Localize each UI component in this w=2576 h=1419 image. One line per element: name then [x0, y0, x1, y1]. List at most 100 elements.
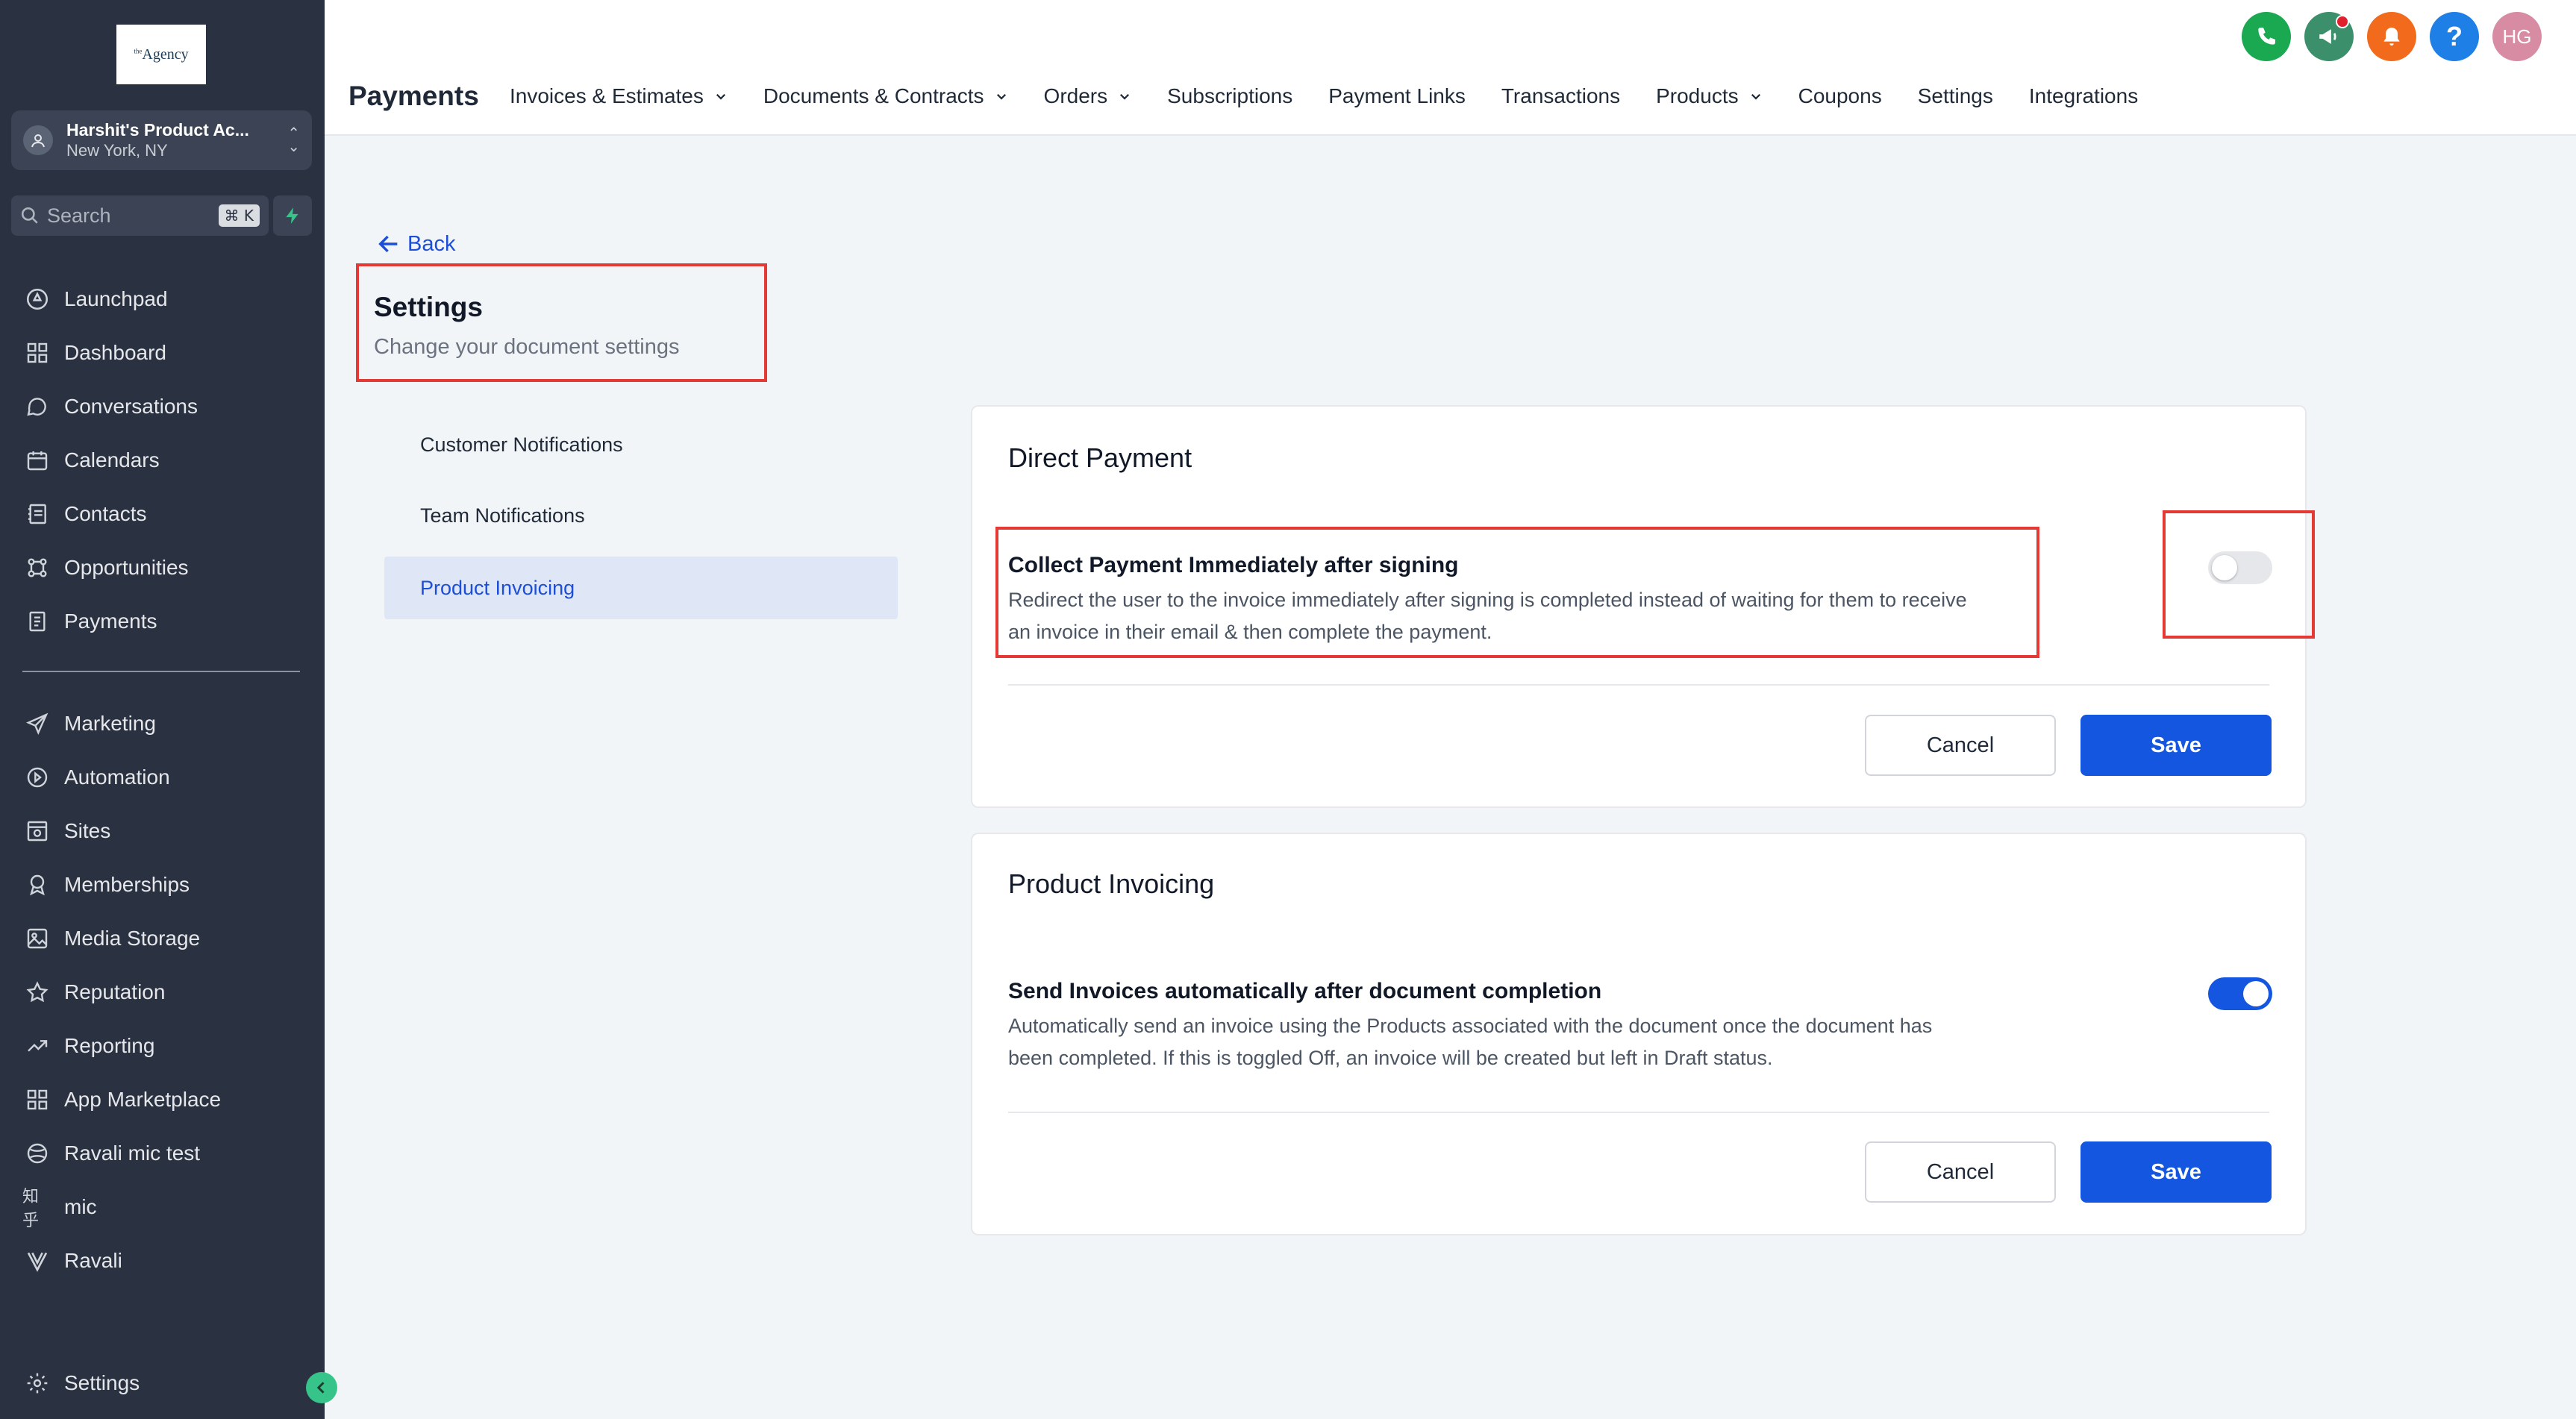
tab-products[interactable]: Products — [1656, 84, 1763, 108]
cancel-button[interactable]: Cancel — [1865, 715, 2056, 776]
user-avatar[interactable]: HG — [2492, 12, 2542, 61]
tab-settings[interactable]: Settings — [1918, 84, 1993, 108]
bell-icon — [2383, 28, 2400, 46]
send-invoices-toggle[interactable] — [2208, 977, 2272, 1010]
option-description-line: Automatically send an invoice using the … — [1008, 1015, 1933, 1037]
cancel-button[interactable]: Cancel — [1865, 1141, 2056, 1203]
sidebar-item-memberships[interactable]: Memberships — [22, 866, 306, 903]
sidebar-item-conversations[interactable]: Conversations — [22, 388, 306, 425]
arrow-left-icon — [378, 235, 398, 253]
membership-badge-icon — [22, 870, 52, 900]
tab-documents-contracts[interactable]: Documents & Contracts — [763, 84, 1008, 108]
sidebar-item-settings[interactable]: Settings — [22, 1365, 306, 1402]
sidebar-item-label: Marketing — [64, 712, 156, 735]
tab-payment-links[interactable]: Payment Links — [1328, 84, 1466, 108]
sidebar-item-media-storage[interactable]: Media Storage — [22, 920, 306, 957]
menu-customer-notifications[interactable]: Customer Notifications — [384, 413, 898, 476]
help-button[interactable]: ? — [2430, 12, 2479, 61]
lightning-bolt-icon — [286, 207, 298, 224]
menu-product-invoicing[interactable]: Product Invoicing — [384, 557, 898, 619]
tab-invoices-estimates[interactable]: Invoices & Estimates — [510, 84, 728, 108]
product-invoicing-card: Product Invoicing Send Invoices automati… — [971, 833, 2307, 1235]
collapse-sidebar-button[interactable] — [306, 1372, 337, 1403]
phone-button[interactable] — [2242, 12, 2291, 61]
sidebar-item-label: Contacts — [64, 502, 147, 525]
sidebar-item-label: Memberships — [64, 873, 190, 896]
card-divider — [1008, 684, 2269, 686]
header-actions: ? HG — [2228, 12, 2542, 61]
sidebar-item-mic[interactable]: 知乎 mic — [22, 1188, 306, 1230]
chat-bubble-icon — [22, 392, 52, 422]
option-title: Send Invoices automatically after docume… — [1008, 979, 1602, 1003]
phone-icon — [2258, 28, 2275, 45]
sidebar-item-label: Ravali mic test — [64, 1141, 201, 1165]
tab-integrations[interactable]: Integrations — [2029, 84, 2138, 108]
app-grid-icon — [22, 1085, 52, 1115]
chevron-down-icon — [1118, 84, 1131, 108]
sidebar-item-ravali[interactable]: Ravali — [22, 1242, 306, 1279]
search-placeholder: Search — [47, 204, 111, 227]
option-description-line: been completed. If this is toggled Off, … — [1008, 1047, 1773, 1069]
tab-label: Payment Links — [1328, 84, 1466, 107]
menu-label: Team Notifications — [420, 504, 585, 527]
sidebar-item-launchpad[interactable]: Launchpad — [22, 281, 306, 318]
star-icon — [22, 977, 52, 1007]
sidebar-item-ravali-mic-test[interactable]: Ravali mic test — [22, 1135, 306, 1172]
sidebar-item-payments[interactable]: Payments — [22, 603, 306, 640]
sidebar-item-sites[interactable]: Sites — [22, 812, 306, 850]
tab-label: Documents & Contracts — [763, 84, 984, 107]
save-button[interactable]: Save — [2081, 715, 2272, 776]
card-title: Product Invoicing — [1008, 868, 1215, 899]
account-switcher[interactable]: Harshit's Product Ac... New York, NY ⌃ ⌄ — [11, 110, 312, 170]
tab-label: Invoices & Estimates — [510, 84, 704, 107]
sidebar-item-marketing[interactable]: Marketing — [22, 705, 306, 742]
megaphone-icon — [2319, 29, 2336, 44]
sidebar-item-label: Opportunities — [64, 556, 189, 579]
option-highlight-box — [995, 527, 2039, 658]
menu-team-notifications[interactable]: Team Notifications — [384, 484, 898, 547]
chevron-down-icon — [995, 84, 1008, 108]
menu-label: Product Invoicing — [420, 576, 575, 599]
chevron-down-icon — [1749, 84, 1763, 108]
tab-label: Integrations — [2028, 84, 2139, 107]
sidebar-item-automation[interactable]: Automation — [22, 759, 306, 796]
page-title: Payments — [348, 81, 479, 111]
question-mark-icon: ? — [2446, 21, 2463, 51]
payments-icon — [22, 607, 52, 636]
save-button[interactable]: Save — [2081, 1141, 2272, 1203]
search-shortcut: ⌘ K — [218, 204, 260, 227]
zhihu-icon: 知乎 — [22, 1188, 40, 1230]
tab-subscriptions[interactable]: Subscriptions — [1167, 84, 1292, 108]
sidebar-item-label: Settings — [64, 1371, 140, 1394]
tab-transactions[interactable]: Transactions — [1501, 84, 1620, 108]
sidebar-item-label: Calendars — [64, 448, 160, 472]
tab-orders[interactable]: Orders — [1044, 84, 1132, 108]
chevron-left-icon — [316, 1382, 325, 1394]
sidebar: theAgency Harshit's Product Ac... New Yo… — [0, 0, 325, 1419]
account-location: New York, NY — [66, 140, 168, 160]
search-input[interactable]: Search ⌘ K — [11, 195, 269, 236]
quick-actions-button[interactable] — [273, 195, 312, 236]
chevron-down-icon — [714, 84, 728, 108]
sidebar-item-reputation[interactable]: Reputation — [22, 974, 306, 1011]
v-logo-icon — [22, 1246, 52, 1276]
toggle-knob — [2243, 981, 2269, 1006]
tab-coupons[interactable]: Coupons — [1798, 84, 1882, 108]
notifications-button[interactable] — [2367, 12, 2416, 61]
top-header: Payments Invoices & Estimates Documents … — [325, 0, 2576, 136]
sidebar-item-dashboard[interactable]: Dashboard — [22, 334, 306, 372]
sidebar-item-calendars[interactable]: Calendars — [22, 442, 306, 479]
account-name: Harshit's Product Ac... — [66, 120, 249, 140]
back-link[interactable]: Back — [376, 231, 455, 257]
announcements-button[interactable] — [2304, 12, 2354, 61]
payments-tabs: Invoices & Estimates Documents & Contrac… — [510, 84, 2174, 108]
sidebar-item-reporting[interactable]: Reporting — [22, 1027, 306, 1065]
sidebar-item-opportunities[interactable]: Opportunities — [22, 549, 306, 586]
search-icon — [21, 207, 38, 224]
sidebar-item-label: Dashboard — [64, 341, 166, 364]
sidebar-item-app-marketplace[interactable]: App Marketplace — [22, 1081, 306, 1118]
agency-logo[interactable]: theAgency — [116, 25, 206, 84]
sidebar-item-contacts[interactable]: Contacts — [22, 495, 306, 533]
toggle-highlight-box — [2163, 510, 2315, 639]
sidebar-item-label: Reputation — [64, 980, 166, 1003]
